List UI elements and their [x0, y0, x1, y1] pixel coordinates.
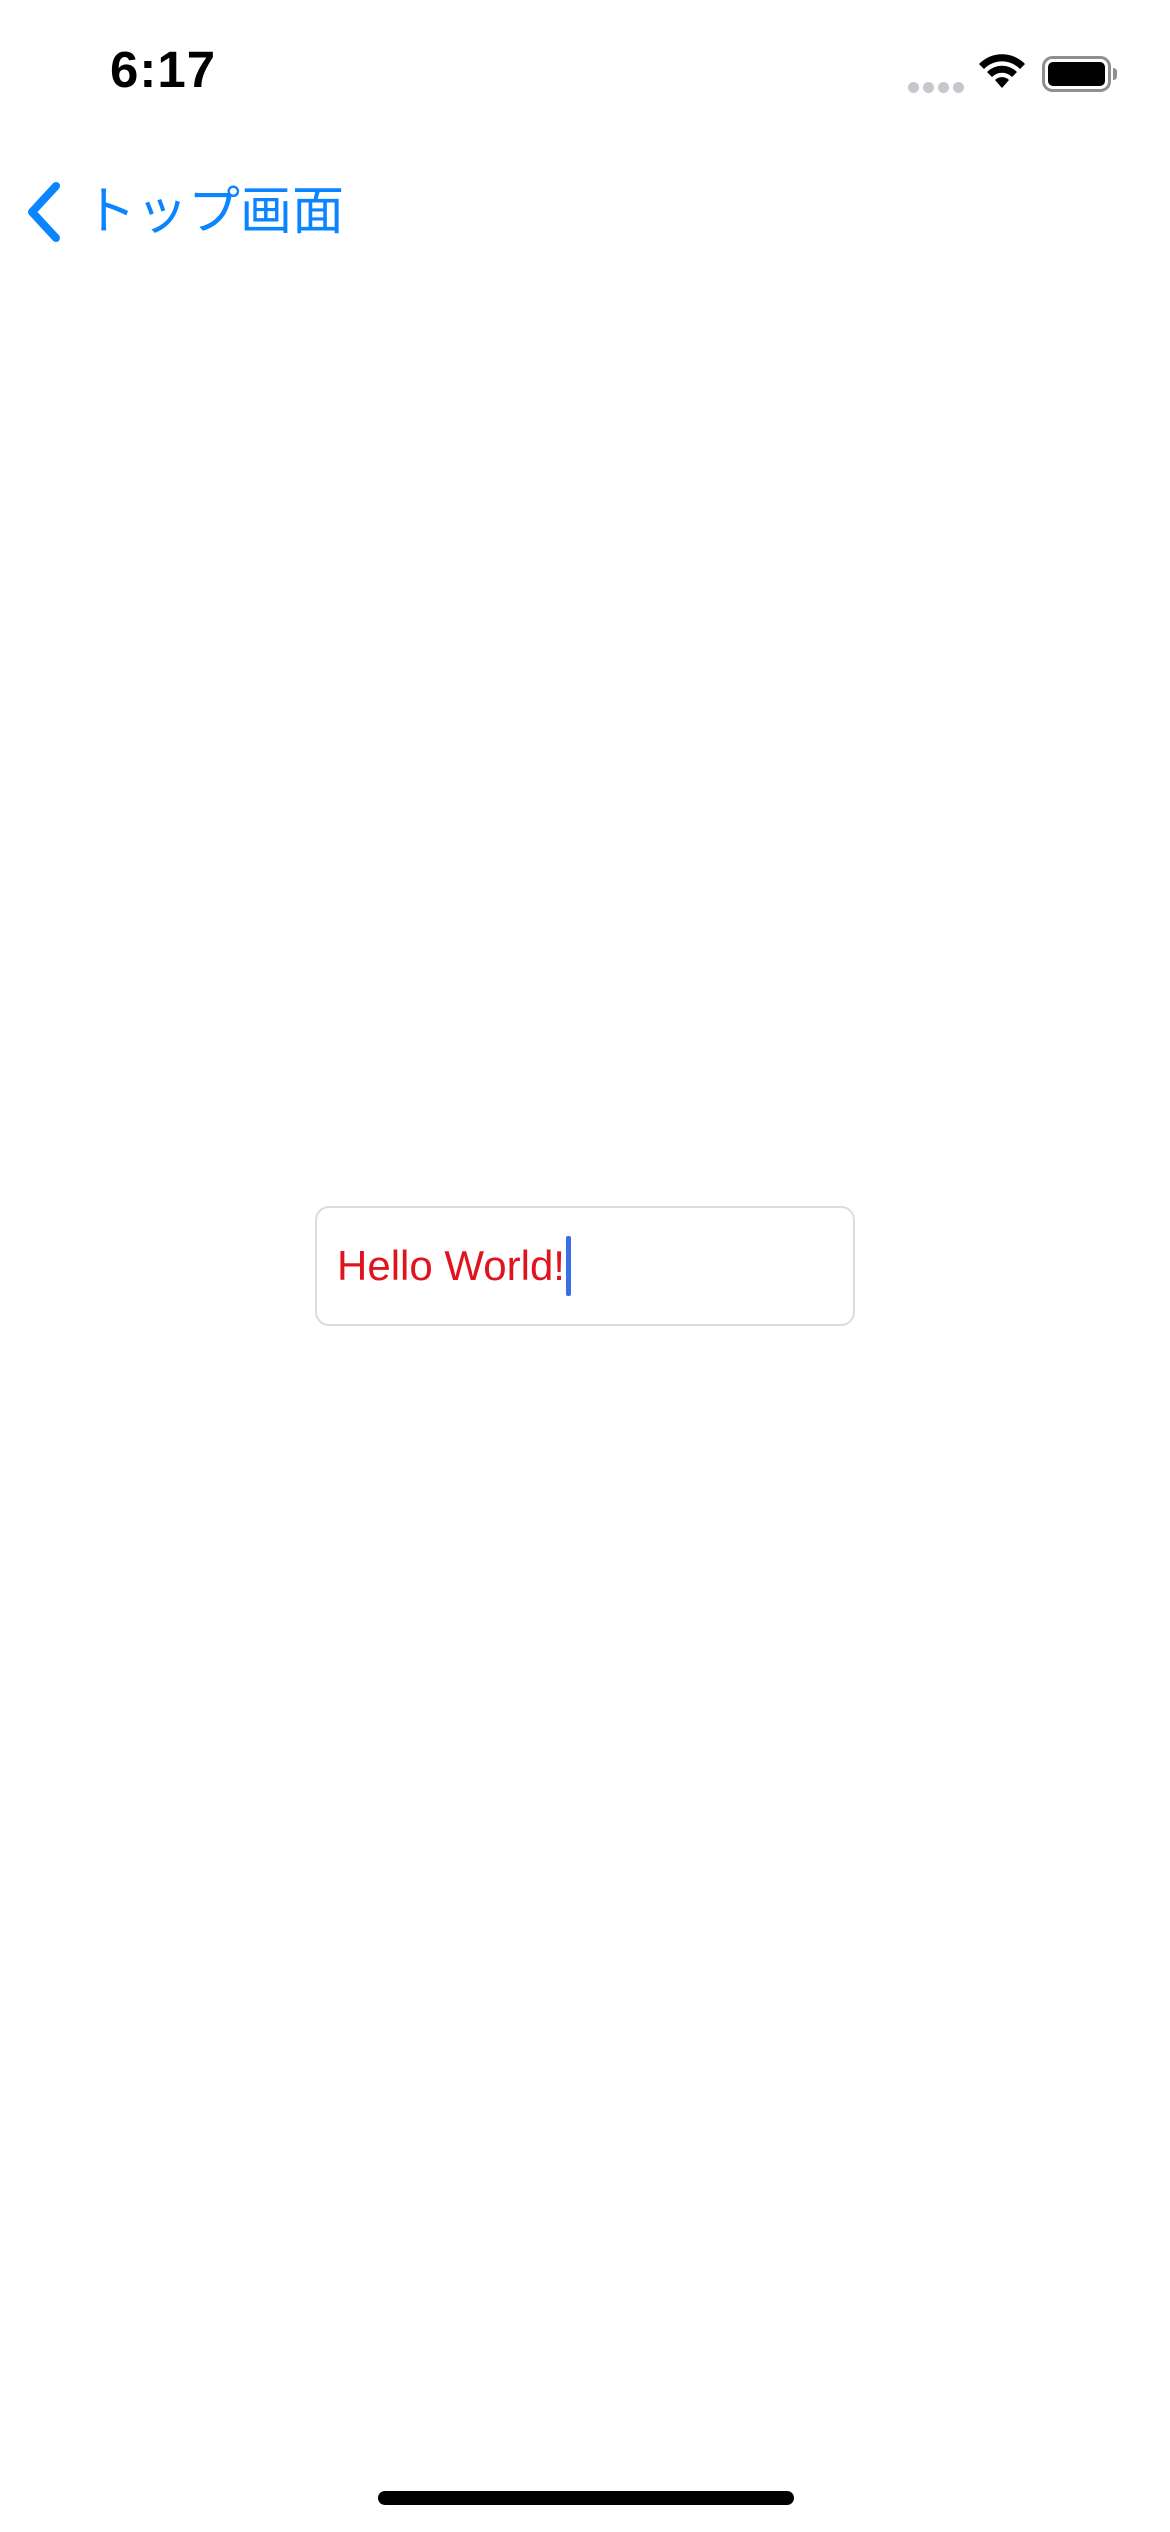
text-field-value: Hello World!	[337, 1242, 565, 1289]
status-bar: 6:17	[0, 0, 1170, 150]
cellular-signal-icon	[908, 82, 964, 94]
chevron-left-icon	[28, 182, 60, 242]
back-button-label: トップ画面	[84, 182, 345, 242]
back-button[interactable]: トップ画面	[24, 176, 344, 248]
text-caret	[565, 1236, 571, 1296]
screen: 6:17 トップ画面 Hello World!	[0, 0, 1170, 2532]
navigation-bar: トップ画面	[0, 160, 1170, 256]
wifi-icon	[979, 54, 1025, 88]
battery-icon	[1042, 56, 1117, 92]
text-input-field[interactable]: Hello World!	[315, 1206, 855, 1326]
status-time: 6:17	[110, 41, 217, 98]
home-indicator[interactable]	[378, 2491, 794, 2505]
